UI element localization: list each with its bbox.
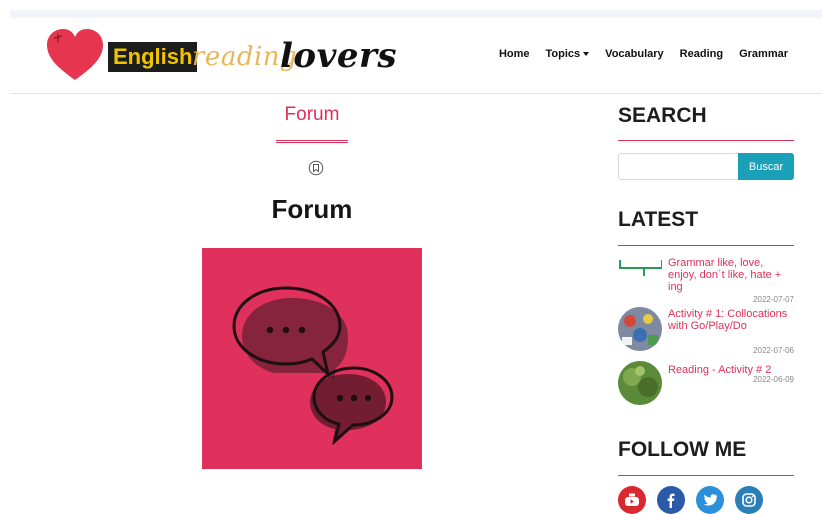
nav-item-home[interactable]: Home (499, 48, 530, 60)
latest-heading: LATEST (618, 208, 699, 231)
latest-item-title[interactable]: Grammar like, love, enjoy, don´t like, h… (668, 257, 794, 293)
site-header: English reading lovers Home Topics Vocab… (10, 18, 822, 94)
tab-underline (276, 140, 348, 143)
caret-down-icon (583, 52, 590, 57)
search-button[interactable]: Buscar (738, 153, 794, 180)
top-strip (10, 10, 822, 18)
chat-bubbles-icon (232, 286, 394, 446)
latest-item[interactable]: Grammar like, love, enjoy, don´t like, h… (618, 254, 794, 306)
social-links (618, 486, 763, 514)
facebook-icon[interactable] (657, 486, 685, 514)
search-input[interactable] (618, 153, 738, 180)
logo-word-english: English (108, 42, 198, 72)
heart-logo-icon (47, 29, 103, 80)
item-thumbnail (618, 361, 662, 405)
main-nav: Home Topics Vocabulary Reading Grammar (499, 48, 788, 60)
site-logo[interactable]: English reading lovers (46, 28, 397, 84)
twitter-icon[interactable] (696, 486, 724, 514)
nav-item-grammar[interactable]: Grammar (739, 48, 788, 60)
item-thumbnail (619, 260, 662, 276)
logo-word-lovers: lovers (280, 36, 398, 76)
latest-item[interactable]: Reading - Activity # 2 2022-06-09 (618, 360, 794, 405)
latest-item-title[interactable]: Activity # 1: Collocations with Go/Play/… (668, 308, 794, 332)
nav-item-vocabulary[interactable]: Vocabulary (605, 48, 664, 60)
follow-heading: FOLLOW ME (618, 438, 747, 461)
nav-item-topics-label: Topics (545, 48, 581, 60)
youtube-icon[interactable] (618, 486, 646, 514)
latest-item-date: 2022-07-07 (753, 295, 794, 304)
search-rule (618, 140, 794, 141)
follow-rule (618, 475, 794, 476)
nav-item-reading[interactable]: Reading (680, 48, 723, 60)
latest-rule (618, 245, 794, 246)
instagram-icon[interactable] (735, 486, 763, 514)
latest-item[interactable]: Activity # 1: Collocations with Go/Play/… (618, 306, 794, 358)
bookmark-icon (308, 160, 324, 176)
category-tab-forum[interactable]: Forum (276, 104, 348, 126)
latest-item-date: 2022-07-06 (753, 346, 794, 355)
search-heading: SEARCH (618, 104, 707, 127)
latest-item-date: 2022-06-09 (753, 375, 794, 384)
forum-hero-image (202, 248, 422, 469)
nav-item-topics[interactable]: Topics (546, 48, 590, 60)
item-thumbnail (618, 307, 662, 351)
page-title: Forum (271, 194, 353, 224)
